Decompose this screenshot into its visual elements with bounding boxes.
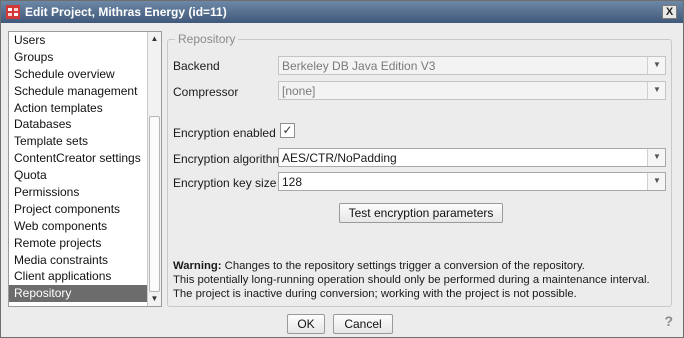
encryption-algorithm-value: AES/CTR/NoPadding <box>282 151 397 165</box>
repository-warning: Warning: Changes to the repository setti… <box>173 259 673 301</box>
sidebar-item-client-applications[interactable]: Client applications <box>9 268 148 285</box>
sidebar-item-schedule-management[interactable]: Schedule management <box>9 83 148 100</box>
sidebar-item-databases[interactable]: Databases <box>9 116 148 133</box>
backend-select[interactable]: Berkeley DB Java Edition V3 ▼ <box>278 56 666 75</box>
sidebar-item-contentcreator-settings[interactable]: ContentCreator settings <box>9 150 148 167</box>
repository-legend: Repository <box>175 32 239 46</box>
sidebar-item-web-components[interactable]: Web components <box>9 218 148 235</box>
sidebar-item-template-sets[interactable]: Template sets <box>9 133 148 150</box>
encryption-enabled-checkbox[interactable]: ✓ <box>280 123 295 138</box>
cancel-button[interactable]: Cancel <box>333 314 393 334</box>
warning-text-1: Changes to the repository settings trigg… <box>221 260 585 272</box>
sidebar-item-repository[interactable]: Repository <box>9 285 148 303</box>
chevron-down-icon[interactable]: ▼ <box>647 173 665 190</box>
window-title: Edit Project, Mithras Energy (id=11) <box>25 5 227 19</box>
title-bar[interactable]: Edit Project, Mithras Energy (id=11) X <box>1 1 683 23</box>
sidebar-scrollbar[interactable]: ▲ ▼ <box>147 32 161 306</box>
chevron-down-icon[interactable]: ▼ <box>647 149 665 166</box>
sidebar-item-quota[interactable]: Quota <box>9 167 148 184</box>
warning-text-3: The project is inactive during conversio… <box>173 288 577 300</box>
project-icon <box>6 5 20 19</box>
chevron-down-icon[interactable]: ▼ <box>647 82 665 99</box>
encryption-key-size-label: Encryption key size <box>173 176 277 190</box>
sidebar-item-groups[interactable]: Groups <box>9 49 148 66</box>
sidebar-item-users[interactable]: Users <box>9 32 148 49</box>
scroll-down-icon[interactable]: ▼ <box>148 292 161 306</box>
sidebar-item-action-templates[interactable]: Action templates <box>9 100 148 117</box>
sidebar-item-schedule-overview[interactable]: Schedule overview <box>9 66 148 83</box>
sidebar-item-permissions[interactable]: Permissions <box>9 184 148 201</box>
close-icon: X <box>665 6 674 18</box>
warning-line-1: Warning: Changes to the repository setti… <box>173 259 673 273</box>
scroll-up-icon[interactable]: ▲ <box>148 32 161 46</box>
sidebar-item-remote-projects[interactable]: Remote projects <box>9 235 148 252</box>
chevron-down-icon[interactable]: ▼ <box>647 57 665 74</box>
encryption-key-size-select[interactable]: 128 ▼ <box>278 172 666 191</box>
help-icon[interactable]: ? <box>664 313 673 329</box>
encryption-enabled-label: Encryption enabled <box>173 126 276 140</box>
warning-title: Warning: <box>173 260 222 272</box>
sidebar-item-media-constraints[interactable]: Media constraints <box>9 252 148 269</box>
compressor-select[interactable]: [none] ▼ <box>278 81 666 100</box>
sidebar-item-project-components[interactable]: Project components <box>9 201 148 218</box>
encryption-key-size-value: 128 <box>282 175 303 189</box>
close-button[interactable]: X <box>662 5 677 19</box>
compressor-label: Compressor <box>173 85 239 99</box>
backend-label: Backend <box>173 59 220 73</box>
edit-project-dialog: Edit Project, Mithras Energy (id=11) X U… <box>0 0 684 338</box>
compressor-value: [none] <box>282 84 316 98</box>
test-encryption-button[interactable]: Test encryption parameters <box>339 203 503 223</box>
ok-button[interactable]: OK <box>287 314 325 334</box>
category-items: Users Groups Schedule overview Schedule … <box>9 32 148 303</box>
backend-value: Berkeley DB Java Edition V3 <box>282 59 436 73</box>
scrollbar-thumb[interactable] <box>149 116 160 292</box>
warning-text-2: This potentially long-running operation … <box>173 274 650 286</box>
encryption-algorithm-label: Encryption algorithm <box>173 152 283 166</box>
checkmark-icon: ✓ <box>282 123 293 137</box>
encryption-algorithm-select[interactable]: AES/CTR/NoPadding ▼ <box>278 148 666 167</box>
settings-category-list[interactable]: Users Groups Schedule overview Schedule … <box>8 31 162 307</box>
